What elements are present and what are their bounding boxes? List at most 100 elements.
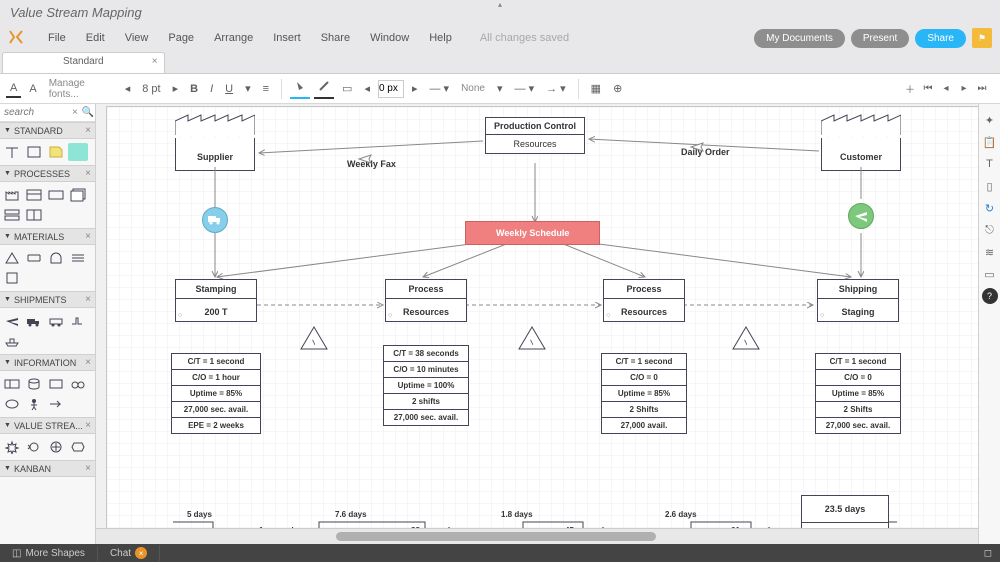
line-type-button[interactable]: — ▾ (511, 80, 539, 97)
menu-edit[interactable]: Edit (76, 30, 115, 46)
palette-information-header[interactable]: ▼INFORMATION× (0, 354, 95, 371)
canvas[interactable]: Supplier Customer Production Control Res… (96, 104, 978, 544)
data-stamping[interactable]: C/T = 1 second C/O = 1 hour Uptime = 85%… (171, 353, 261, 434)
arrow-end-button[interactable]: → ▾ (542, 80, 570, 97)
help-icon[interactable]: ? (982, 288, 998, 304)
close-icon[interactable]: × (85, 357, 91, 368)
process-2[interactable]: Process Resources○ (385, 279, 467, 322)
palette-kanban-header[interactable]: ▼KANBAN× (0, 460, 95, 477)
stroke-down[interactable]: ◂ (360, 80, 374, 97)
align-button[interactable]: ≡ (259, 81, 273, 97)
palette-standard-header[interactable]: ▼STANDARD× (0, 122, 95, 139)
menu-arrange[interactable]: Arrange (204, 30, 263, 46)
oval-icon[interactable] (2, 395, 22, 413)
bold-button[interactable]: B (186, 81, 202, 97)
present-icon[interactable]: ▭ (982, 266, 998, 282)
process-3[interactable]: Process Resources○ (603, 279, 685, 322)
palette-valuestream-header[interactable]: ▼VALUE STREA...× (0, 417, 95, 434)
lock-button[interactable]: ⊕ (609, 80, 626, 97)
highlight-icon[interactable]: A (25, 81, 40, 97)
forklift-icon[interactable] (68, 312, 88, 330)
line-start-dd[interactable]: ▾ (493, 80, 507, 97)
triangle-icon[interactable] (2, 249, 22, 267)
history-icon[interactable]: ↻ (982, 200, 998, 216)
truck-shape-icon[interactable] (24, 312, 44, 330)
burst-icon[interactable] (2, 438, 22, 456)
datacell-icon[interactable] (46, 186, 66, 204)
plane-shape-icon[interactable] (2, 312, 22, 330)
shape-style-button[interactable]: ▭ (338, 80, 356, 97)
line-dash-button[interactable]: — ▾ (426, 80, 454, 97)
close-icon[interactable]: × (85, 168, 91, 179)
font-color-icon[interactable]: A (6, 80, 21, 98)
more-shapes-button[interactable]: ◫ More Shapes (0, 546, 98, 561)
db-icon[interactable] (24, 375, 44, 393)
font-size-down[interactable]: ◂ (121, 80, 135, 97)
process-box-icon[interactable] (24, 186, 44, 204)
data-shipping[interactable]: C/T = 1 second C/O = 0 Uptime = 85% 2 Sh… (815, 353, 901, 434)
fill-color-button[interactable] (290, 78, 310, 99)
nav-last-icon[interactable]: ⏭ (974, 81, 990, 97)
palette-shipments-header[interactable]: ▼SHIPMENTS× (0, 291, 95, 308)
menu-window[interactable]: Window (360, 30, 419, 46)
image-button[interactable]: ▦ (587, 80, 605, 97)
page[interactable]: Supplier Customer Production Control Res… (106, 106, 978, 536)
doc-tab-standard[interactable]: Standard (2, 52, 165, 73)
search-icon[interactable]: 🔍 (80, 107, 96, 118)
font-family-picker[interactable]: Manage fonts... (45, 76, 117, 102)
plane-icon[interactable] (848, 203, 874, 229)
menu-file[interactable]: File (38, 30, 76, 46)
nav-next-icon[interactable]: ▸ (956, 81, 972, 97)
nav-first-icon[interactable]: ⏮ (920, 81, 936, 97)
clipboard-icon[interactable]: 📋 (982, 134, 998, 150)
safety-icon[interactable] (68, 249, 88, 267)
text-shape-icon[interactable] (2, 143, 22, 161)
process-stamping[interactable]: Stamping 200 T○ (175, 279, 257, 322)
inventory-triangle-1[interactable]: I (299, 325, 325, 349)
present-button[interactable]: Present (851, 29, 909, 48)
text-tool-icon[interactable]: T (982, 156, 998, 172)
add-page-icon[interactable]: ＋ (902, 81, 918, 97)
peek-bar-top[interactable]: ▴ (480, 0, 520, 8)
kanban-icon[interactable] (46, 375, 66, 393)
close-icon[interactable]: × (85, 125, 91, 136)
close-icon[interactable]: × (85, 294, 91, 305)
inventory-triangle-3[interactable]: I (731, 325, 757, 349)
van-shape-icon[interactable] (46, 312, 66, 330)
glasses-icon[interactable] (68, 375, 88, 393)
page-icon[interactable]: ▯ (982, 178, 998, 194)
menu-view[interactable]: View (115, 30, 159, 46)
font-size-value[interactable]: 8 pt (138, 81, 164, 97)
loop-icon[interactable] (24, 438, 44, 456)
schedule-icon[interactable] (2, 375, 22, 393)
underline-button[interactable]: U (221, 81, 237, 97)
chat-button[interactable]: Chat × (98, 545, 160, 561)
expand-icon[interactable]: ◻ (976, 546, 1000, 561)
buffer-icon[interactable] (46, 249, 66, 267)
text-more[interactable]: ▾ (241, 80, 255, 97)
palette-materials-header[interactable]: ▼MATERIALS× (0, 228, 95, 245)
hex-icon[interactable] (68, 438, 88, 456)
fifo-icon[interactable] (24, 249, 44, 267)
my-documents-button[interactable]: My Documents (754, 29, 845, 48)
split-icon[interactable] (24, 206, 44, 224)
stroke-width-input[interactable] (378, 80, 404, 98)
rect-shape-icon[interactable] (24, 143, 44, 161)
close-icon[interactable]: × (85, 463, 91, 474)
data-proc2[interactable]: C/T = 38 seconds C/O = 10 minutes Uptime… (383, 345, 469, 426)
multi-box-icon[interactable] (68, 186, 88, 204)
factory-icon[interactable] (2, 186, 22, 204)
clear-search-icon[interactable]: × (70, 107, 80, 118)
font-size-up[interactable]: ▸ (169, 80, 183, 97)
weekly-schedule-node[interactable]: Weekly Schedule (465, 221, 600, 245)
horizontal-scrollbar[interactable] (96, 528, 978, 544)
arrow2-icon[interactable] (46, 395, 66, 413)
close-icon[interactable]: × (85, 420, 91, 431)
palette-processes-header[interactable]: ▼PROCESSES× (0, 165, 95, 182)
share-button[interactable]: Share (915, 29, 966, 48)
ship-icon[interactable] (2, 332, 22, 350)
process-shipping[interactable]: Shipping Staging○ (817, 279, 899, 322)
menu-share[interactable]: Share (311, 30, 360, 46)
line-start-picker[interactable]: None (457, 81, 489, 96)
stacked-icon[interactable] (2, 206, 22, 224)
